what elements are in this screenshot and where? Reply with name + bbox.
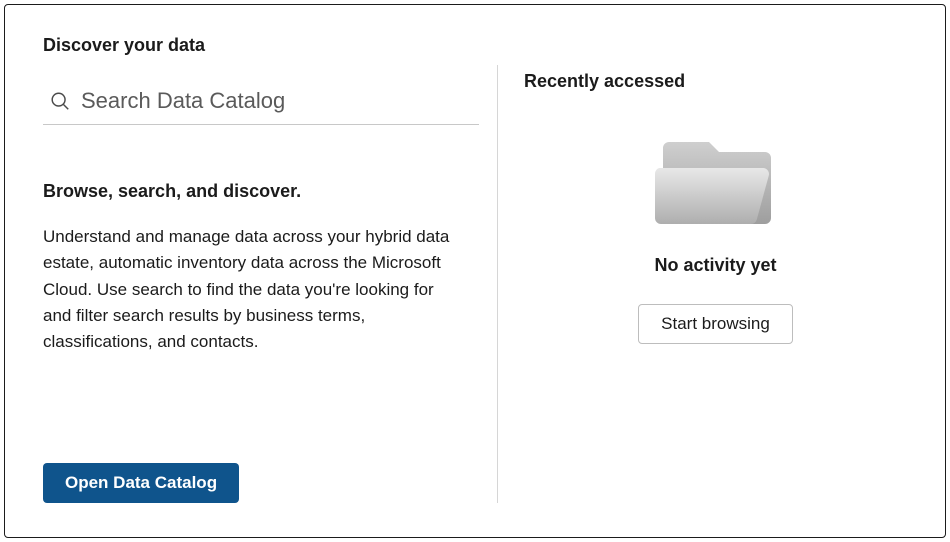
recently-accessed-empty-state: No activity yet Start browsing — [524, 132, 907, 344]
recently-accessed-title: Recently accessed — [524, 71, 907, 92]
folder-open-icon — [651, 132, 781, 255]
search-icon — [49, 90, 71, 112]
discover-subhead: Browse, search, and discover. — [43, 181, 479, 202]
recently-accessed-column: Recently accessed — [516, 35, 907, 503]
open-data-catalog-button[interactable]: Open Data Catalog — [43, 463, 239, 503]
empty-state-message: No activity yet — [654, 255, 776, 276]
start-browsing-button[interactable]: Start browsing — [638, 304, 793, 344]
discover-description: Understand and manage data across your h… — [43, 224, 463, 356]
card-title: Discover your data — [43, 35, 479, 56]
discover-left-column: Discover your data Browse, search, and d… — [43, 35, 479, 503]
discover-data-panel: Discover your data Browse, search, and d… — [4, 4, 946, 538]
column-divider — [497, 65, 498, 503]
search-field-wrap[interactable] — [43, 82, 479, 125]
search-input[interactable] — [81, 88, 477, 114]
